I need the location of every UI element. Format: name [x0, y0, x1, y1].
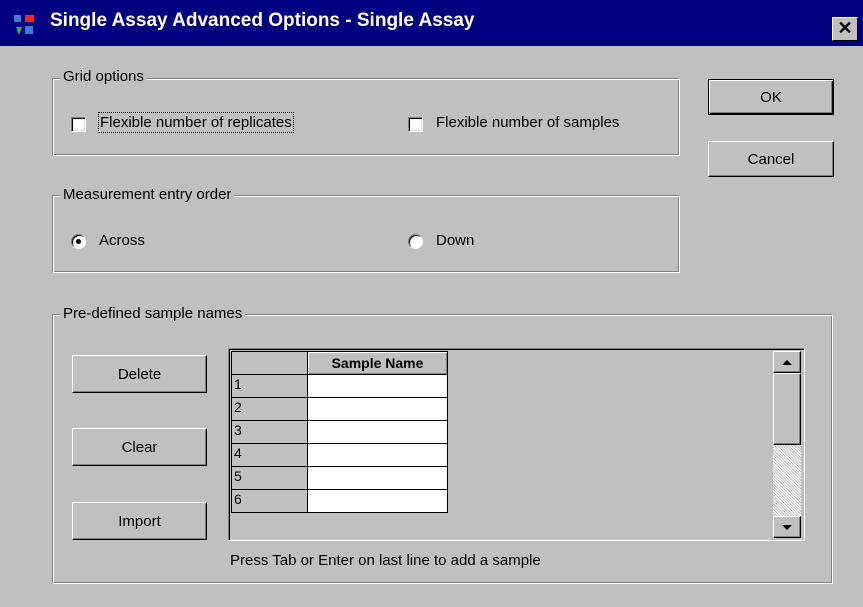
- scroll-down-button[interactable]: [773, 516, 801, 538]
- table-row: 4: [231, 443, 448, 467]
- scroll-down-arrow-icon: [782, 524, 792, 530]
- sample-names-grid[interactable]: Sample Name 1 2 3 4 5 6: [228, 348, 805, 541]
- sample-names-table: Sample Name 1 2 3 4 5 6: [231, 351, 448, 513]
- table-row: 5: [231, 466, 448, 490]
- vertical-scrollbar[interactable]: [773, 351, 801, 538]
- cancel-button[interactable]: Cancel: [708, 141, 834, 177]
- delete-button[interactable]: Delete: [72, 355, 207, 393]
- radio-selected-dot: [76, 239, 81, 244]
- clear-button[interactable]: Clear: [72, 428, 207, 466]
- close-icon: ✕: [837, 18, 853, 38]
- down-label[interactable]: Down: [436, 232, 474, 249]
- sample-name-cell[interactable]: [307, 489, 448, 513]
- sample-name-cell[interactable]: [307, 466, 448, 490]
- row-number[interactable]: 5: [231, 466, 308, 490]
- row-number[interactable]: 6: [231, 489, 308, 513]
- sample-name-cell[interactable]: [307, 420, 448, 444]
- table-row: 2: [231, 397, 448, 421]
- sample-name-cell[interactable]: [307, 397, 448, 421]
- scroll-up-arrow-icon: [782, 359, 792, 365]
- import-button[interactable]: Import: [72, 502, 207, 540]
- down-radio[interactable]: [408, 234, 423, 249]
- measurement-order-label: Measurement entry order: [60, 186, 235, 203]
- across-label[interactable]: Across: [99, 232, 145, 249]
- table-row: 1: [231, 374, 448, 398]
- window-title: Single Assay Advanced Options - Single A…: [50, 10, 475, 31]
- measurement-order-group: [52, 195, 680, 273]
- title-bar: Single Assay Advanced Options - Single A…: [0, 0, 863, 46]
- across-radio[interactable]: [71, 234, 86, 249]
- corner-cell[interactable]: [231, 351, 308, 375]
- sample-name-column-header[interactable]: Sample Name: [307, 351, 448, 375]
- row-number[interactable]: 3: [231, 420, 308, 444]
- row-number[interactable]: 4: [231, 443, 308, 467]
- flexible-replicates-label[interactable]: Flexible number of replicates: [98, 112, 294, 133]
- sample-name-cell[interactable]: [307, 374, 448, 398]
- close-button[interactable]: ✕: [832, 17, 858, 41]
- sample-names-label: Pre-defined sample names: [60, 305, 246, 322]
- app-icon: [14, 15, 34, 35]
- grid-options-label: Grid options: [60, 68, 147, 85]
- add-sample-hint: Press Tab or Enter on last line to add a…: [230, 552, 541, 569]
- table-row: 3: [231, 420, 448, 444]
- sample-name-cell[interactable]: [307, 443, 448, 467]
- scroll-up-button[interactable]: [773, 351, 801, 373]
- flexible-replicates-checkbox[interactable]: [71, 117, 86, 132]
- flexible-samples-checkbox[interactable]: [408, 117, 423, 132]
- table-row: 6: [231, 489, 448, 513]
- ok-button[interactable]: OK: [708, 79, 834, 115]
- scroll-thumb[interactable]: [773, 373, 801, 445]
- table-header-row: Sample Name: [231, 351, 448, 375]
- row-number[interactable]: 2: [231, 397, 308, 421]
- flexible-samples-label[interactable]: Flexible number of samples: [436, 114, 619, 131]
- row-number[interactable]: 1: [231, 374, 308, 398]
